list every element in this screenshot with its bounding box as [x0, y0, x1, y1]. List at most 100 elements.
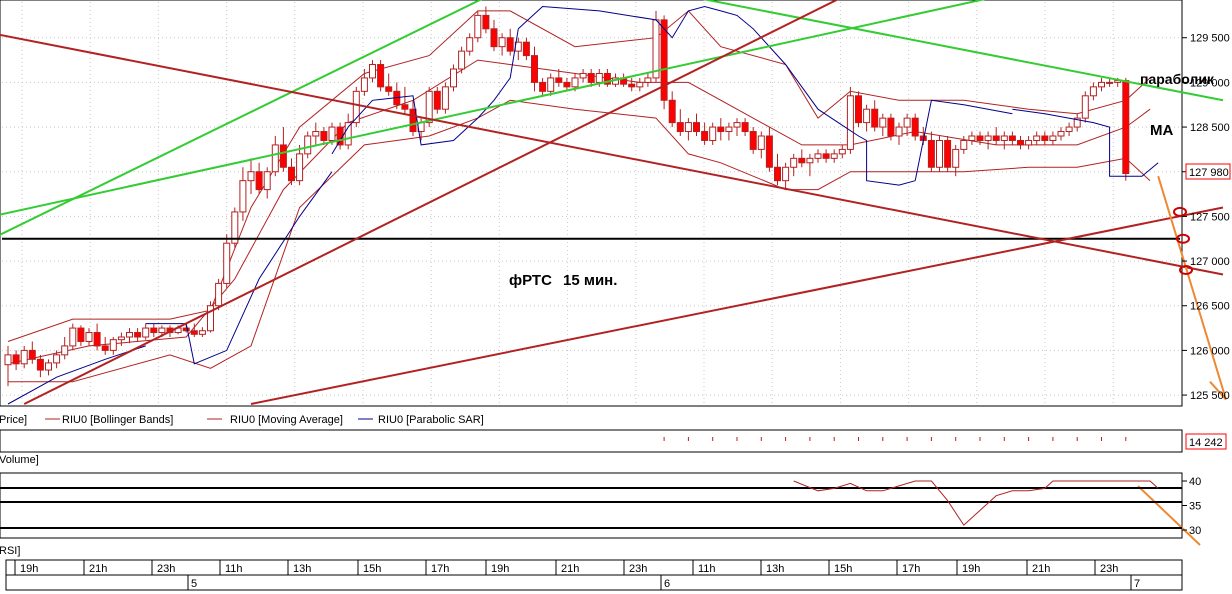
candle-down: [676, 122, 684, 133]
time-hour-label: 21h: [561, 563, 579, 575]
candle-down: [433, 90, 441, 110]
candle-up: [45, 362, 52, 371]
time-hour-label: 23h: [629, 563, 647, 575]
candle-up: [838, 148, 846, 155]
rsi-axis: 40 35 30: [1182, 476, 1201, 537]
candle-up: [85, 332, 93, 342]
price-tick-label: 125 500: [1190, 390, 1230, 402]
time-hour-label: 17h: [902, 563, 920, 575]
candle-up: [441, 86, 449, 110]
candle-up: [684, 122, 692, 133]
candle-up: [69, 327, 77, 347]
legend-moving-average: RIU0 [Moving Average]: [230, 414, 343, 426]
legend-bollinger: RIU0 [Bollinger Bands]: [62, 414, 173, 426]
legend-price-label: Price]: [0, 414, 27, 426]
candle-up: [733, 122, 741, 128]
rsi-tick-label: 35: [1189, 501, 1201, 513]
candle-up: [709, 126, 717, 141]
candle-down: [385, 86, 393, 92]
candle-up: [725, 126, 733, 133]
candle-up: [109, 339, 117, 351]
annotation-ma: МА: [1150, 122, 1173, 139]
candle-up: [344, 122, 352, 146]
candle-up: [903, 117, 911, 128]
candle-up: [271, 144, 279, 173]
candle-up: [296, 153, 304, 182]
time-hour-label: 21h: [1032, 563, 1050, 575]
price-tick-label: 128 500: [1190, 122, 1230, 134]
candle-down: [409, 108, 417, 133]
candle-up: [223, 242, 231, 284]
time-hour-label: 15h: [834, 563, 852, 575]
candle-down: [798, 157, 806, 164]
legend-parabolic-sar: RIU0 [Parabolic SAR]: [378, 414, 484, 426]
candle-up: [126, 332, 133, 338]
volume-value-label: 14 242: [1189, 437, 1223, 449]
candle-up: [636, 81, 644, 88]
candle-up: [936, 139, 943, 168]
annotation-parabolic: параболик: [1140, 71, 1215, 87]
candle-up: [806, 157, 814, 164]
price-tick-label: 129 500: [1190, 33, 1230, 45]
candle-down: [587, 72, 595, 83]
time-hour-label: 11h: [225, 563, 243, 575]
candle-down: [255, 171, 263, 191]
candle-down: [1008, 135, 1016, 141]
candle-up: [263, 171, 271, 191]
candle-down: [77, 327, 85, 342]
candle-up: [1000, 135, 1008, 141]
time-day-label: 6: [664, 578, 670, 590]
time-hour-label: 15h: [363, 563, 381, 575]
candle-down: [749, 131, 757, 150]
rsi-panel-label: RSI]: [0, 545, 20, 557]
rsi-tick-label: 30: [1189, 525, 1201, 537]
candle-up: [304, 135, 312, 155]
candle-down: [320, 131, 328, 141]
candle-down: [701, 131, 709, 141]
candle-down: [774, 166, 781, 182]
candle-down: [765, 135, 773, 168]
candle-down: [182, 327, 190, 332]
candle-up: [757, 135, 765, 150]
candle-up: [474, 14, 482, 39]
time-hour-label: 11h: [698, 563, 716, 575]
candle-up: [1089, 86, 1097, 97]
candle-down: [36, 358, 44, 371]
candle-down: [822, 153, 830, 159]
time-hour-label: 19h: [962, 563, 980, 575]
time-hour-label: 23h: [1100, 563, 1118, 575]
candle-down: [1041, 135, 1049, 141]
last-price-label: 127 980: [1189, 167, 1229, 179]
time-hour-label: 13h: [766, 563, 784, 575]
candle-down: [482, 14, 490, 30]
candle-up: [984, 135, 992, 141]
candle-up: [247, 171, 255, 182]
candle-up: [450, 68, 457, 88]
candle-down: [660, 19, 668, 101]
candle-up: [782, 166, 790, 182]
annotation-title: фРТС: [509, 272, 552, 289]
candle-down: [377, 64, 385, 88]
candle-up: [458, 50, 466, 70]
candle-down: [717, 126, 725, 133]
candle-down: [506, 37, 514, 52]
candle-down: [741, 122, 749, 133]
price-tick-label: 126 500: [1190, 301, 1230, 313]
candle-down: [134, 332, 142, 338]
time-hour-label: 17h: [431, 563, 449, 575]
candle-up: [117, 336, 125, 341]
candle-down: [539, 81, 547, 92]
candle-up: [952, 148, 960, 168]
candle-up: [198, 330, 206, 335]
candle-up: [4, 354, 12, 366]
time-hour-label: 13h: [293, 563, 311, 575]
candle-up: [239, 180, 247, 213]
candle-up: [879, 117, 887, 128]
candle-up: [846, 95, 854, 150]
rsi-tick-label: 40: [1189, 476, 1201, 488]
candle-down: [401, 104, 409, 110]
candle-up: [960, 139, 968, 150]
candle-up: [142, 327, 150, 338]
candle-down: [12, 354, 20, 365]
candle-down: [927, 139, 935, 168]
